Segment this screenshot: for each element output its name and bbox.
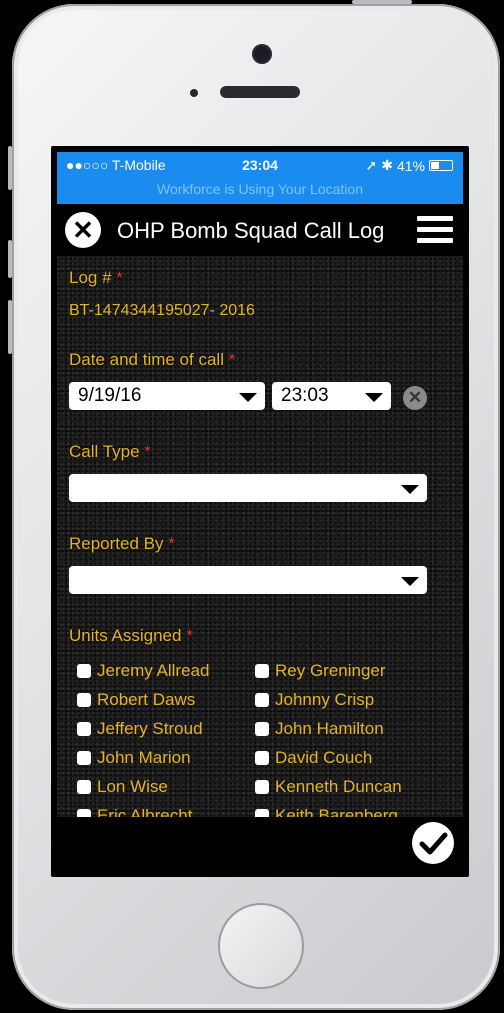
location-banner[interactable]: Workforce is Using Your Location (57, 181, 463, 197)
checkbox[interactable] (255, 751, 269, 765)
checkbox[interactable] (77, 751, 91, 765)
unit-checkbox[interactable]: Robert Daws (77, 689, 195, 711)
checkbox[interactable] (77, 664, 91, 678)
chevron-down-icon (401, 577, 419, 586)
checkbox[interactable] (77, 722, 91, 736)
checkbox[interactable] (255, 664, 269, 678)
time-select[interactable]: 23:03 (272, 382, 391, 410)
app-screen: ●●○○○ T-Mobile 23:04 ➚ ✱ 41% Workforce i… (57, 152, 463, 870)
mute-switch (8, 146, 12, 190)
required-marker: * (116, 268, 123, 287)
checkbox[interactable] (255, 722, 269, 736)
page-title: OHP Bomb Squad Call Log (117, 218, 385, 243)
checkbox[interactable] (255, 693, 269, 707)
required-marker: * (144, 442, 151, 461)
unit-checkbox[interactable]: Kenneth Duncan (255, 776, 402, 798)
date-value: 9/19/16 (78, 385, 142, 406)
unit-checkbox[interactable]: Johnny Crisp (255, 689, 374, 711)
location-icon: ➚ (365, 157, 378, 173)
bluetooth-icon: ✱ (381, 157, 393, 173)
bottom-toolbar (57, 817, 463, 870)
time-value: 23:03 (281, 385, 329, 406)
battery-icon (429, 160, 453, 171)
reported-by-label: Reported By * (69, 534, 175, 553)
checkbox[interactable] (77, 780, 91, 794)
reported-by-select[interactable] (69, 566, 427, 594)
home-button[interactable] (218, 903, 304, 989)
battery-percent: 41% (396, 157, 425, 174)
unit-checkbox[interactable]: Jeffery Stroud (77, 718, 203, 740)
volume-down-button (8, 300, 12, 354)
call-type-select[interactable] (69, 474, 427, 502)
checkbox[interactable] (77, 693, 91, 707)
date-time-label: Date and time of call * (69, 350, 236, 369)
proximity-sensor (190, 89, 198, 97)
chevron-down-icon (239, 393, 257, 402)
required-marker: * (186, 626, 193, 645)
date-select[interactable]: 9/19/16 (69, 382, 265, 410)
unit-checkbox[interactable]: John Hamilton (255, 718, 384, 740)
power-button (352, 0, 412, 4)
required-marker: * (228, 350, 236, 369)
unit-checkbox[interactable]: Jeremy Allread (77, 660, 209, 682)
unit-checkbox[interactable]: John Marion (77, 747, 191, 769)
log-number-value: BT-1474344195027- 2016 (69, 302, 255, 319)
unit-checkbox[interactable]: David Couch (255, 747, 372, 769)
checkmark-icon[interactable] (412, 822, 454, 864)
status-right: ➚ ✱ 41% (365, 157, 453, 174)
unit-checkbox[interactable]: Lon Wise (77, 776, 168, 798)
app-header: ✕ OHP Bomb Squad Call Log (57, 204, 463, 256)
close-icon[interactable]: ✕ (65, 212, 101, 248)
hamburger-menu-icon[interactable] (417, 216, 453, 244)
unit-checkbox[interactable]: Rey Greninger (255, 660, 386, 682)
required-marker: * (168, 534, 175, 553)
call-type-label: Call Type * (69, 442, 151, 461)
log-number-label: Log # * (69, 268, 123, 287)
chevron-down-icon (365, 393, 383, 402)
front-camera (252, 44, 272, 64)
status-bar: ●●○○○ T-Mobile 23:04 ➚ ✱ 41% Workforce i… (57, 152, 463, 204)
earpiece-speaker (220, 86, 300, 98)
volume-up-button (8, 240, 12, 278)
clear-datetime-icon[interactable]: ✕ (403, 386, 427, 410)
units-assigned-label: Units Assigned * (69, 626, 193, 645)
checkbox[interactable] (255, 780, 269, 794)
chevron-down-icon (401, 485, 419, 494)
